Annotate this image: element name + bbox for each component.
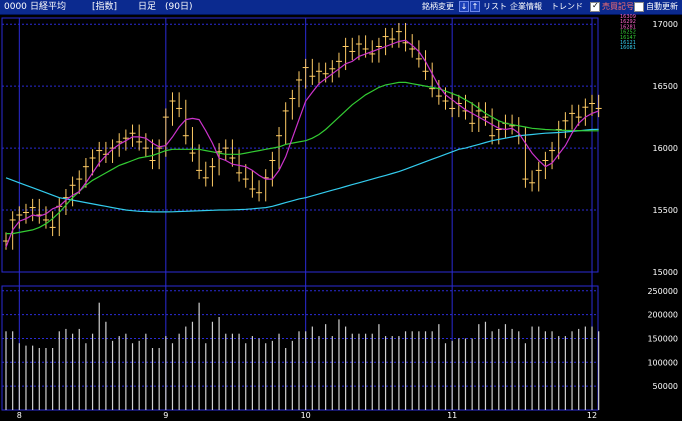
volume-tick-label: 200000 <box>647 311 678 320</box>
trade-signal-label: 売買記号 <box>602 2 634 11</box>
price-tick-label: 15000 <box>653 268 678 277</box>
volume-panel <box>1 285 599 411</box>
volume-tick-label: 50000 <box>653 382 678 391</box>
month-label: 12 <box>587 411 597 420</box>
price-tick-label: 15500 <box>653 206 678 215</box>
company-info-button[interactable]: 企業情報 <box>508 1 544 12</box>
list-button[interactable]: リスト <box>481 1 509 12</box>
volume-tick-label: 250000 <box>647 287 678 296</box>
month-label: 10 <box>301 411 311 420</box>
check-icon: ✓ <box>592 1 599 10</box>
arrow-up-icon[interactable]: ↑ <box>470 1 480 12</box>
symbol-name: 日経平均 <box>30 2 67 12</box>
price-tick-label: 17000 <box>653 20 678 29</box>
month-label: 8 <box>17 411 22 420</box>
toolbar: 0000 日経平均 [指数] 日足 (90日) 銘柄変更 ↓ ↑ リスト 企業情… <box>0 0 682 15</box>
range-label: (90日) <box>165 2 193 12</box>
symbol-type: [指数] <box>92 2 118 12</box>
stock-chart: 17000 16500 16000 15500 15000 250000 200000 150… <box>1 14 678 420</box>
chart-window: 0000 日経平均 [指数] 日足 (90日) 銘柄変更 ↓ ↑ リスト 企業情… <box>0 0 682 421</box>
month-label: 9 <box>163 411 168 420</box>
legend-value: 16081 <box>620 45 636 51</box>
change-symbol-button[interactable]: 銘柄変更 <box>420 1 456 12</box>
price-tick-label: 16500 <box>653 82 678 91</box>
auto-update-label: 自動更新 <box>646 2 678 11</box>
price-panel <box>1 17 599 273</box>
month-label: 11 <box>447 411 457 420</box>
ma-short-line <box>5 39 599 248</box>
arrow-down-icon[interactable]: ↓ <box>459 1 469 12</box>
price-tick-label: 16000 <box>653 144 678 153</box>
trade-signal-checkbox[interactable]: ✓ <box>590 1 600 12</box>
auto-update-checkbox[interactable] <box>634 2 644 12</box>
symbol-code: 0000 <box>4 2 27 12</box>
volume-tick-label: 150000 <box>647 334 678 343</box>
period-label: 日足 <box>138 2 157 12</box>
volume-tick-label: 100000 <box>647 358 678 367</box>
trend-button[interactable]: トレンド <box>549 1 585 12</box>
